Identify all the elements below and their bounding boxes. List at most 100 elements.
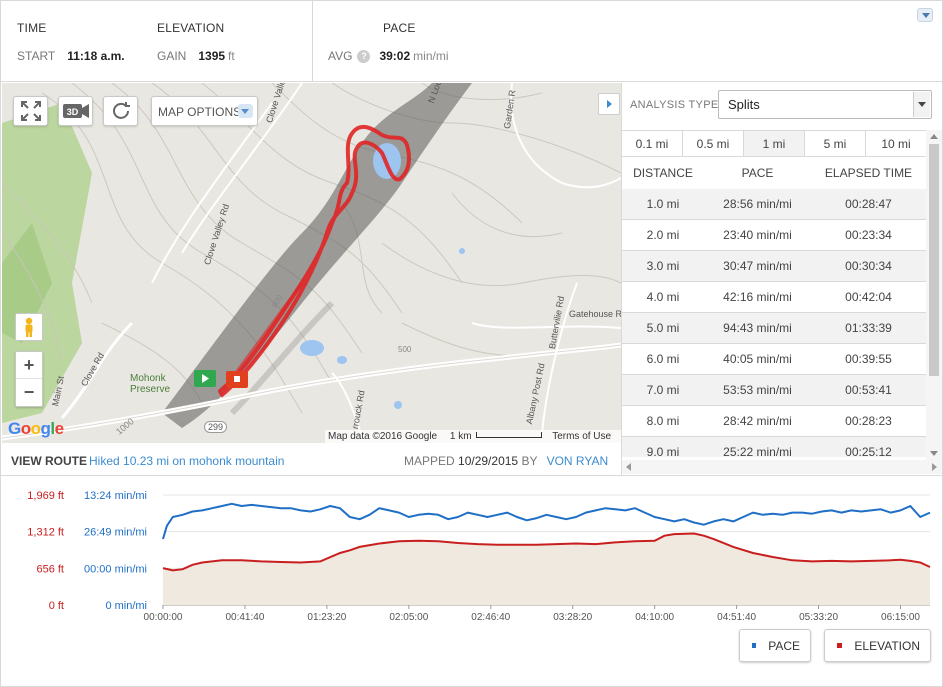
map-data-credit: Map data ©2016 Google [328, 431, 438, 442]
fullscreen-icon[interactable] [13, 96, 48, 126]
horizontal-scrollbar[interactable] [622, 460, 942, 474]
help-icon[interactable]: ? [357, 50, 371, 63]
x-tick-label: 06:15:00 [881, 612, 920, 623]
tab-10-mi[interactable]: 10 mi [866, 131, 926, 156]
analysis-type-label: ANALYSIS TYPE: [630, 99, 722, 111]
split-elapsed: 00:53:41 [845, 383, 892, 397]
elevation-tick-label: 656 ft [36, 563, 64, 575]
split-elapsed: 00:39:55 [845, 352, 892, 366]
expand-panel-icon[interactable] [598, 93, 620, 115]
pace-tick-label: 00:00 min/mi [84, 563, 147, 575]
route-map[interactable]: Clove Valley Rd Clove Valley Rd Clove Rd… [2, 83, 621, 443]
x-tick-label: 01:23:20 [307, 612, 346, 623]
interval-tabs: 0.1 mi 0.5 mi 1 mi 5 mi 10 mi [622, 130, 926, 157]
x-tick-label: 02:46:40 [471, 612, 510, 623]
distance-header: DISTANCE [633, 166, 693, 180]
user-link[interactable]: VON RYAN [547, 454, 609, 468]
pace-tick-label: 13:24 min/mi [84, 490, 147, 502]
street-view-pegman-icon[interactable] [15, 313, 43, 341]
scroll-left-icon[interactable] [626, 463, 631, 471]
split-elapsed: 00:30:34 [845, 259, 892, 273]
gain-unit: ft [228, 49, 235, 63]
split-distance: 3.0 mi [646, 259, 680, 273]
zoom-control: + − [15, 351, 43, 407]
scale-label: 1 km [449, 431, 472, 442]
pace-tick-label: 0 min/mi [105, 600, 147, 612]
scroll-right-icon[interactable] [932, 463, 937, 471]
google-logo: Google [8, 419, 64, 438]
pace-header: PACE [741, 166, 774, 180]
end-pin-icon[interactable] [226, 371, 248, 388]
elevation-gain: GAIN 1395 ft [157, 49, 235, 63]
view-route-label: VIEW ROUTE [11, 454, 88, 468]
collapse-chevron-icon[interactable] [917, 8, 933, 22]
split-pace: 25:22 min/mi [723, 445, 792, 457]
pace-line [162, 502, 931, 540]
tab-1-mi[interactable]: 1 mi [744, 131, 805, 156]
table-row: 1.0 mi 28:56 min/mi 00:28:47 [622, 189, 926, 220]
elevation-swatch [837, 643, 843, 648]
x-tick-label: 04:51:40 [717, 612, 756, 623]
terrain-map [2, 83, 621, 443]
table-row: 4.0 mi 42:16 min/mi 00:42:04 [622, 282, 926, 313]
vertical-scrollbar[interactable] [926, 130, 942, 460]
scroll-down-icon[interactable] [930, 451, 938, 456]
rotate-icon[interactable] [103, 96, 138, 126]
stats-divider [312, 0, 313, 82]
pace-heading: PACE [383, 21, 416, 35]
chevron-down-icon [913, 92, 930, 117]
place-label: Mohonk Preserve [130, 373, 171, 395]
route-link[interactable]: Hiked 10.23 mi on mohonk mountain [89, 454, 284, 468]
split-elapsed: 00:42:04 [845, 290, 892, 304]
gain-value: 1395 [198, 49, 226, 63]
scroll-up-icon[interactable] [930, 134, 938, 139]
3d-view-icon[interactable]: 3D [58, 96, 93, 126]
analysis-type-select[interactable]: Splits [718, 90, 932, 119]
split-pace: 23:40 min/mi [723, 228, 792, 242]
route-shield: 299 [204, 421, 228, 433]
tab-5-mi[interactable]: 5 mi [805, 131, 866, 156]
chart-plot[interactable]: 1,969 ft 13:24 min/mi 1,312 ft 26:49 min/mi… [0, 477, 943, 627]
pace-tick-label: 26:49 min/mi [84, 527, 147, 539]
split-distance: 1.0 mi [646, 197, 680, 211]
x-tick-label: 04:10:00 [635, 612, 674, 623]
split-pace: 28:56 min/mi [723, 197, 792, 211]
split-distance: 6.0 mi [646, 352, 680, 366]
splits-header: DISTANCE PACE ELAPSED TIME [622, 158, 926, 189]
contour-label: 500 [398, 345, 412, 354]
3d-label: 3D [66, 107, 78, 117]
zoom-out-button[interactable]: − [16, 379, 42, 406]
avg-pace-unit: min/mi [413, 49, 449, 63]
scroll-thumb[interactable] [929, 144, 939, 376]
analysis-panel: ANALYSIS TYPE: Splits 0.1 mi 0.5 mi 1 mi… [598, 83, 942, 476]
map-attribution: Map data ©2016 Google 1 km Terms of Use [325, 430, 621, 443]
avg-pace: AVG? 39:02 min/mi [328, 49, 449, 63]
start-time: START 11:18 a.m. [17, 49, 125, 63]
analysis-type-value: Splits [728, 97, 760, 112]
x-tick-label: 03:28:20 [553, 612, 592, 623]
split-distance: 2.0 mi [646, 228, 680, 242]
split-pace: 30:47 min/mi [723, 259, 792, 273]
x-tick-label: 02:05:00 [389, 612, 428, 623]
chevron-down-icon [238, 104, 253, 118]
x-tick-label: 05:33:20 [799, 612, 838, 623]
split-distance: 9.0 mi [646, 445, 680, 457]
tab-0-1-mi[interactable]: 0.1 mi [622, 131, 683, 156]
terms-link[interactable]: Terms of Use [552, 431, 611, 442]
table-row: 3.0 mi 30:47 min/mi 00:30:34 [622, 251, 926, 282]
table-row: 2.0 mi 23:40 min/mi 00:23:34 [622, 220, 926, 251]
legend-pace-button[interactable]: PACE [739, 629, 811, 662]
tab-0-5-mi[interactable]: 0.5 mi [683, 131, 744, 156]
elevation-tick-label: 1,312 ft [27, 527, 64, 539]
split-pace: 53:53 min/mi [723, 383, 792, 397]
elevation-pace-chart: 1,969 ft 13:24 min/mi 1,312 ft 26:49 min/mi… [0, 477, 943, 687]
start-pin-icon[interactable] [194, 370, 216, 387]
zoom-in-button[interactable]: + [16, 352, 42, 379]
elevation-tick-label: 1,969 ft [27, 490, 64, 502]
map-options-button[interactable]: MAP OPTIONS [151, 96, 258, 126]
split-elapsed: 00:23:34 [845, 228, 892, 242]
avg-label: AVG [328, 49, 353, 63]
start-value: 11:18 a.m. [67, 49, 125, 63]
legend-elevation-button[interactable]: ELEVATION [824, 629, 931, 662]
scale-bar [475, 432, 542, 438]
